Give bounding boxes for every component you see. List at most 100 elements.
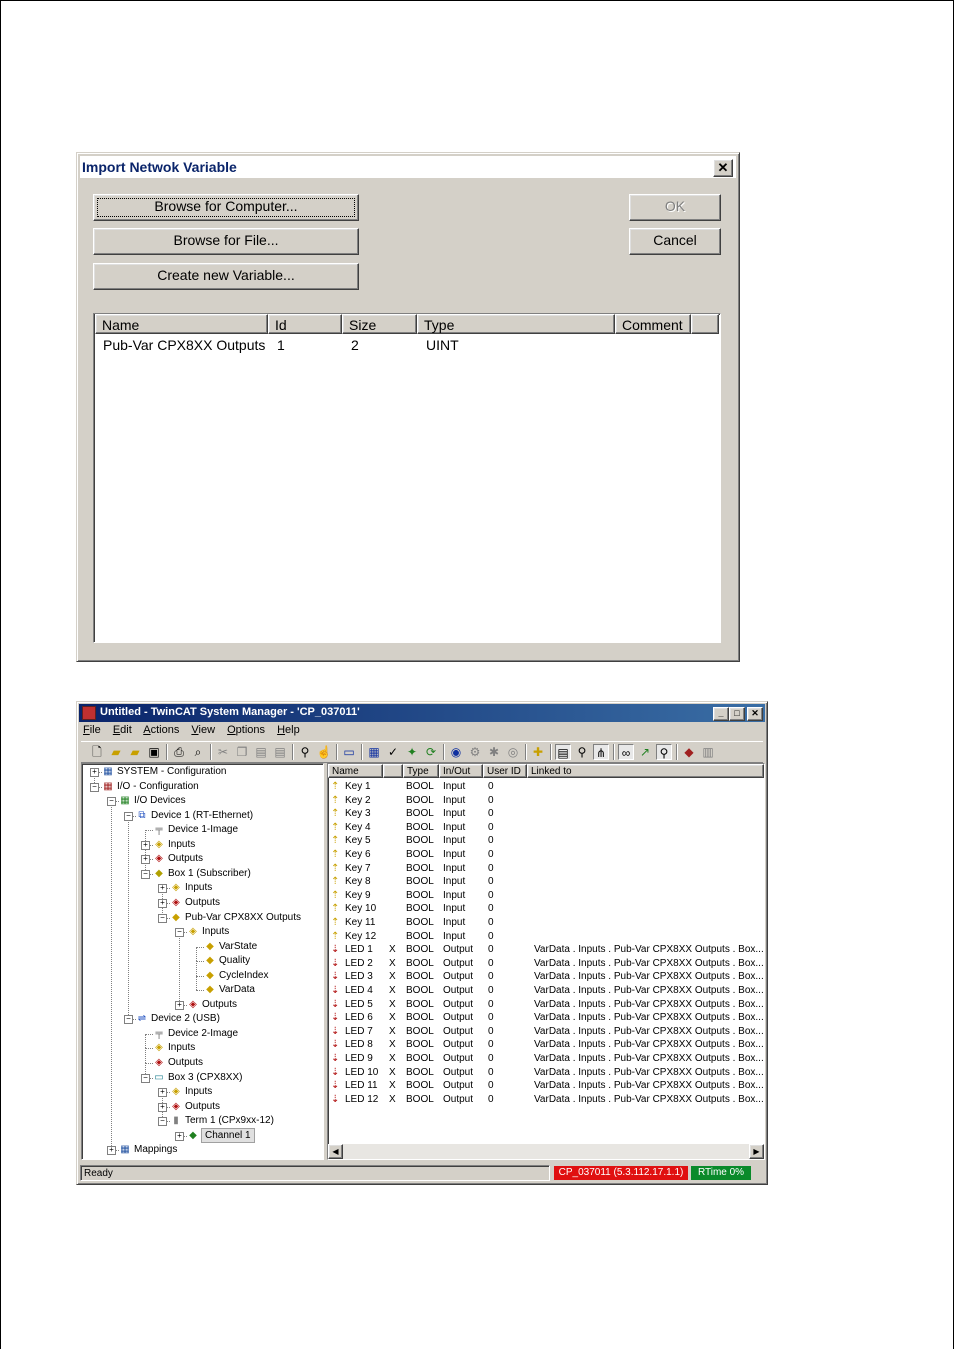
table-row[interactable]: ⇣ LED 12 X BOOL Output 0 VarData . Inputs . Pu… — [328, 1093, 764, 1107]
tree-item[interactable]: + ◈ Outputs — [82, 852, 318, 865]
tree-item[interactable]: − ▦ I/O - Configuration — [82, 780, 318, 793]
tree-item[interactable]: − ⇌ Device 2 (USB) — [82, 1012, 318, 1025]
tree-item[interactable]: − ▦ I/O Devices — [82, 794, 318, 807]
status-target-badge[interactable]: CP_037011 (5.3.112.17.1.1) — [554, 1166, 688, 1180]
table-row[interactable]: ⇣ LED 8 X BOOL Output 0 VarData . Inputs . Pub… — [328, 1038, 764, 1052]
scroll-left-icon[interactable]: ◀ — [328, 1144, 343, 1159]
copy-icon[interactable]: ❐ — [234, 744, 250, 760]
column-header-comment[interactable]: Comment — [615, 314, 691, 334]
tree-item[interactable]: ◆ CycleIndex — [82, 969, 318, 982]
menu-file[interactable]: File — [83, 724, 101, 736]
collapse-icon[interactable]: − — [124, 1015, 133, 1025]
table-row[interactable]: ⇡ Key 11 BOOL Input 0 — [328, 916, 764, 930]
table-row[interactable]: ⇣ LED 7 X BOOL Output 0 VarData . Inputs . Pub… — [328, 1025, 764, 1039]
restart-icon[interactable]: ⟳ — [423, 744, 439, 760]
menu-edit[interactable]: Edit — [113, 724, 132, 736]
table-row[interactable]: ⇡ Key 12 BOOL Input 0 — [328, 930, 764, 944]
check-configuration-icon[interactable]: ✓ — [385, 744, 401, 760]
tree-item[interactable]: − ◈ Inputs — [82, 925, 318, 938]
horizontal-scrollbar[interactable]: ◀ ▶ — [328, 1144, 764, 1159]
grid-header-type[interactable]: Type — [403, 764, 439, 778]
tree-item[interactable]: ◈ Outputs — [82, 1056, 318, 1069]
close-icon[interactable]: ✕ — [747, 707, 763, 721]
watch-icon[interactable]: ∞ — [618, 744, 634, 760]
collapse-icon[interactable]: − — [90, 782, 99, 792]
show-online-data-icon[interactable]: ▤ — [555, 744, 571, 760]
tree-item[interactable]: + ◈ Outputs — [82, 1100, 318, 1113]
table-row[interactable]: ⇣ LED 10 X BOOL Output 0 VarData . Inputs . Pu… — [328, 1066, 764, 1080]
tree-item[interactable]: + ◈ Outputs — [82, 896, 318, 909]
cut-icon[interactable]: ✂ — [215, 744, 231, 760]
grid-header-user-id[interactable]: User ID — [483, 764, 527, 778]
table-row[interactable]: ⇣ LED 4 X BOOL Output 0 VarData . Inputs . Pub… — [328, 984, 764, 998]
collapse-icon[interactable]: − — [107, 797, 116, 807]
column-header-id[interactable]: Id — [268, 314, 342, 334]
table-row[interactable]: ⇡ Key 4 BOOL Input 0 — [328, 821, 764, 835]
close-icon[interactable]: ✕ — [713, 159, 733, 177]
expand-icon[interactable]: + — [158, 1102, 167, 1112]
table-row[interactable]: ⇡ Key 1 BOOL Input 0 — [328, 780, 764, 794]
tools-icon[interactable]: ✱ — [486, 744, 502, 760]
expand-icon[interactable]: + — [158, 884, 167, 894]
expand-icon[interactable]: + — [141, 855, 150, 865]
column-header-size[interactable]: Size — [342, 314, 417, 334]
collapse-icon[interactable]: − — [141, 869, 150, 879]
collapse-icon[interactable]: − — [124, 811, 133, 821]
grid-header-name[interactable]: Name — [328, 764, 383, 778]
collapse-icon[interactable]: − — [175, 928, 184, 938]
target-system-icon[interactable]: ▭ — [341, 744, 357, 760]
tree-item[interactable]: ◆ VarState — [82, 940, 318, 953]
generate-mappings-icon[interactable]: ▦ — [366, 744, 382, 760]
twincat-app-icon[interactable] — [82, 706, 96, 720]
configuration-tree[interactable]: + ▦ SYSTEM - Configuration − ▦ I/O - Configur… — [81, 763, 324, 1160]
tree-item[interactable]: − ◆ Pub-Var CPX8XX Outputs — [82, 911, 318, 924]
collapse-icon[interactable]: − — [158, 913, 167, 923]
tree-item[interactable]: − ⧉ Device 1 (RT-Ethernet) — [82, 809, 318, 822]
grid-header-in-out[interactable]: In/Out — [439, 764, 483, 778]
stop-icon[interactable]: ◎ — [505, 744, 521, 760]
help-book-icon[interactable]: ◆ — [681, 744, 697, 760]
maximize-icon[interactable]: □ — [729, 707, 745, 721]
tree-item[interactable]: ╤ Device 1-Image — [82, 823, 318, 836]
table-row[interactable]: ⇣ LED 5 X BOOL Output 0 VarData . Inputs . Pub… — [328, 998, 764, 1012]
expand-icon[interactable]: + — [107, 1146, 116, 1156]
table-row[interactable]: ⇡ Key 7 BOOL Input 0 — [328, 862, 764, 876]
zoom-icon[interactable]: ⚲ — [574, 744, 590, 760]
activate-configuration-icon[interactable]: ✦ — [404, 744, 420, 760]
table-row[interactable]: ⇡ Key 2 BOOL Input 0 — [328, 794, 764, 808]
table-row[interactable]: ⇣ LED 11 X BOOL Output 0 VarData . Inputs . Pu… — [328, 1079, 764, 1093]
paste-with-links-icon[interactable]: ▤ — [272, 744, 288, 760]
tree-item[interactable]: + ◈ Inputs — [82, 881, 318, 894]
scan-boxes-icon[interactable]: ⚙ — [467, 744, 483, 760]
new-file-icon[interactable]: 🗋 — [89, 744, 105, 760]
variable-list[interactable]: Name Id Size Type Comment Pub-Var CPX8XX… — [93, 313, 721, 643]
tree-item[interactable]: − ▭ Box 3 (CPX8XX) — [82, 1071, 318, 1084]
scroll-right-icon[interactable]: ▶ — [749, 1144, 764, 1159]
table-row[interactable]: ⇡ Key 3 BOOL Input 0 — [328, 807, 764, 821]
minimize-icon[interactable]: _ — [713, 707, 729, 721]
tree-item[interactable]: + ▦ Mappings — [82, 1143, 318, 1156]
expand-icon[interactable]: + — [175, 1000, 184, 1010]
open-remote-icon[interactable]: ▰ — [127, 744, 143, 760]
tree-item[interactable]: + ▦ SYSTEM - Configuration — [82, 765, 318, 778]
expand-icon[interactable]: + — [158, 898, 167, 908]
menu-help[interactable]: Help — [277, 724, 300, 736]
expand-icon[interactable]: + — [141, 840, 150, 850]
grid-header-linked-to[interactable]: Linked to — [527, 764, 764, 778]
find-icon[interactable]: ⚲ — [297, 744, 313, 760]
properties-icon[interactable]: ☝ — [316, 744, 332, 760]
collapse-icon[interactable]: − — [141, 1073, 150, 1083]
collapse-icon[interactable]: − — [158, 1117, 167, 1127]
ok-button[interactable]: OK — [629, 194, 721, 221]
license-icon[interactable]: ▥ — [700, 744, 716, 760]
print-icon[interactable]: ⎙ — [171, 744, 187, 760]
tree-item[interactable]: + ◈ Inputs — [82, 1085, 318, 1098]
expand-icon[interactable]: + — [175, 1131, 184, 1141]
grid-header-x[interactable] — [383, 764, 403, 778]
table-row[interactable]: ⇡ Key 10 BOOL Input 0 — [328, 902, 764, 916]
table-row[interactable]: ⇡ Key 9 BOOL Input 0 — [328, 889, 764, 903]
column-header-type[interactable]: Type — [417, 314, 615, 334]
tree-item[interactable]: + ◈ Inputs — [82, 838, 318, 851]
append-device-icon[interactable]: ✚ — [530, 744, 546, 760]
paste-icon[interactable]: ▤ — [253, 744, 269, 760]
